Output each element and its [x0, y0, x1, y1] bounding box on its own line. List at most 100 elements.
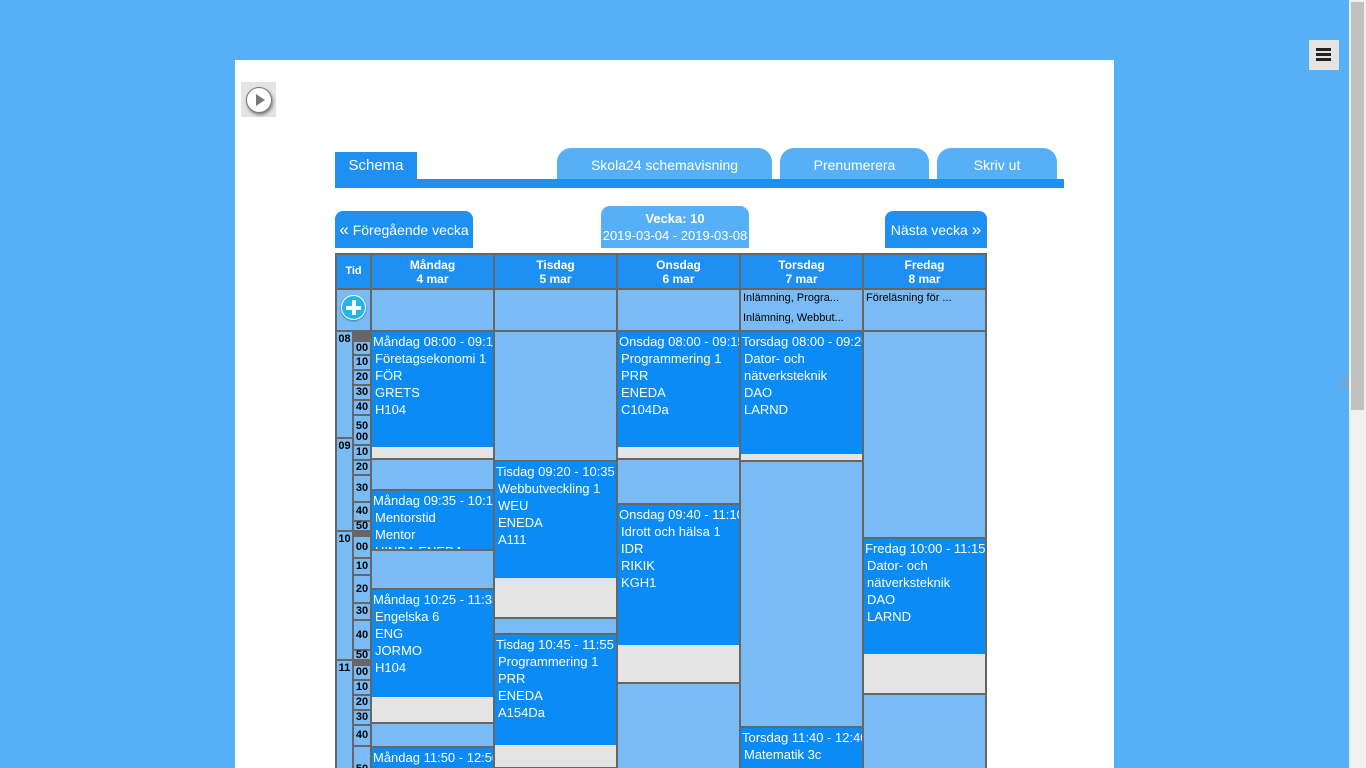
event-detail: nätverksteknik [744, 368, 828, 383]
tab-skola24-schemavisning[interactable]: Skola24 schemavisning [557, 148, 772, 180]
event-body: Måndag 08:00 - 09:15 Företagsekonomi 1 FÖR… [372, 332, 493, 447]
allday-monday [372, 290, 493, 330]
play-button[interactable] [241, 82, 276, 117]
allday-friday: Föreläsning för ... [864, 290, 985, 330]
add-icon [341, 295, 366, 320]
previous-week-button[interactable]: « Föregående vecka [335, 211, 473, 248]
minute-label: 30 [354, 604, 370, 619]
day-header-tuesday: Tisdag 5 mar [495, 255, 616, 288]
tab-prenumerera[interactable]: Prenumerera [780, 148, 929, 180]
free-slot[interactable] [372, 551, 493, 588]
event-time: Tisdag 10:45 - 11:55 [496, 637, 614, 652]
free-slot[interactable] [372, 460, 493, 489]
week-indicator: Vecka: 10 2019-03-04 - 2019-03-08 [601, 206, 749, 248]
day-header-monday: Måndag 4 mar [372, 255, 493, 288]
free-slot[interactable] [372, 724, 493, 746]
event-block[interactable]: Måndag 10:25 - 11:35 Engelska 6 ENG JORMO H1… [372, 590, 493, 722]
tab-skriv-ut[interactable]: Skriv ut [937, 148, 1057, 180]
minute-label: 40 [354, 726, 370, 745]
minute-label: 30 [354, 386, 370, 399]
next-week-button[interactable]: Nästa vecka » [885, 211, 987, 248]
add-event-button[interactable] [337, 290, 370, 330]
event-block[interactable]: Tisdag 10:45 - 11:55 Programmering 1 PRR EN… [495, 635, 616, 767]
minute-label: 10 [354, 559, 370, 574]
event-detail: H104 [375, 402, 407, 417]
free-slot[interactable] [495, 332, 616, 460]
free-slot[interactable] [864, 332, 985, 537]
minute-label: 50 [354, 649, 370, 661]
event-detail: WEU [498, 498, 529, 513]
minute-label: 50 [354, 520, 370, 532]
play-icon [246, 87, 272, 113]
previous-week-label: Föregående vecka [352, 222, 469, 238]
free-slot[interactable] [864, 695, 985, 768]
minute-label: 50 [354, 747, 370, 768]
event-detail: Idrott och hälsa 1 [621, 524, 721, 539]
week-number: Vecka: 10 [645, 211, 705, 226]
event-detail: LARND [744, 402, 789, 417]
event-detail: Engelska 6 [375, 609, 440, 624]
scrollbar[interactable] [1349, 0, 1366, 768]
minute-label: 10 [354, 446, 370, 459]
event-block[interactable]: Torsdag 11:40 - 12:40 Matematik 3c [741, 728, 862, 768]
allday-item[interactable]: Föreläsning för ... [864, 292, 985, 310]
minute-label: 00 [354, 666, 370, 679]
next-week-label: Nästa vecka [890, 222, 968, 238]
chevron-right-icon: » [971, 220, 982, 239]
event-detail: HINDA ENEDA [372, 543, 493, 549]
event-detail: Dator- och [867, 558, 928, 573]
page-container: Schema Skola24 schemavisning Prenumerera… [235, 60, 1114, 768]
event-detail: ENEDA [498, 515, 543, 530]
event-block[interactable]: Onsdag 08:00 - 09:15 Programmering 1 PRR EN… [618, 332, 739, 458]
event-time: Torsdag 08:00 - 09:20 [742, 334, 862, 349]
day-column-thursday: Torsdag 08:00 - 09:20 Dator- och nätverkst… [741, 332, 862, 768]
event-body: Måndag 09:35 - 10:15 Mentorstid MentorHIND… [372, 491, 493, 549]
scrollbar-thumb[interactable] [1351, 2, 1364, 410]
schedule-grid: Tid Måndag 4 mar Tisdag 5 mar Onsdag 6 mar … [335, 253, 987, 768]
event-time: Måndag 08:00 - 09:15 [373, 334, 493, 349]
allday-thursday: Inlämning, Progra... Inlämning, Webbut..… [741, 290, 862, 330]
event-detail: LARND [867, 609, 912, 624]
day-header-thursday: Torsdag 7 mar [741, 255, 862, 288]
free-slot[interactable] [618, 684, 739, 768]
event-block[interactable]: Tisdag 09:20 - 10:35 Webbutveckling 1 WEU E… [495, 462, 616, 617]
event-block[interactable]: Måndag 11:50 - 12:50 [372, 748, 493, 768]
event-body: Onsdag 08:00 - 09:15 Programmering 1 PRR EN… [618, 332, 739, 447]
event-body: Måndag 11:50 - 12:50 [372, 748, 493, 768]
event-block[interactable]: Måndag 08:00 - 09:15 Företagsekonomi 1 FÖR… [372, 332, 493, 458]
event-body: Tisdag 10:45 - 11:55 Programmering 1 PRR EN… [495, 635, 616, 745]
event-detail: GRETS [375, 385, 420, 400]
menu-button[interactable] [1309, 40, 1339, 70]
event-detail: DAO [867, 592, 896, 607]
event-time: Måndag 09:35 - 10:15 [373, 493, 493, 508]
free-slot[interactable] [618, 460, 739, 503]
minute-label: 40 [354, 503, 370, 520]
day-header-friday: Fredag 8 mar [864, 255, 985, 288]
event-body: Onsdag 09:40 - 11:10 Idrott och hälsa 1 ID… [618, 505, 739, 645]
hamburger-menu-icon [1316, 48, 1331, 51]
event-detail: JORMO [375, 643, 422, 658]
day-column-tuesday: Tisdag 09:20 - 10:35 Webbutveckling 1 WEU E… [495, 332, 616, 768]
event-body: Torsdag 11:40 - 12:40 Matematik 3c [741, 728, 862, 768]
free-slot[interactable] [495, 619, 616, 633]
allday-item[interactable]: Inlämning, Progra... [741, 292, 862, 310]
event-detail: Företagsekonomi 1 [375, 351, 487, 366]
event-detail: Mentorstid [375, 510, 436, 525]
event-block[interactable]: Onsdag 09:40 - 11:10 Idrott och hälsa 1 ID… [618, 505, 739, 682]
event-block[interactable]: Fredag 10:00 - 11:15 Dator- och nätverkste… [864, 539, 985, 693]
free-slot[interactable] [741, 462, 862, 726]
day-column-monday: Måndag 08:00 - 09:15 Företagsekonomi 1 FÖR… [372, 332, 493, 768]
event-time: Tisdag 09:20 - 10:35 [496, 464, 615, 479]
event-detail: H104 [375, 660, 407, 675]
event-detail: C104Da [621, 402, 669, 417]
event-body: Torsdag 08:00 - 09:20 Dator- och nätverkst… [741, 332, 862, 454]
time-column: 08 09 10 11 00 10 20 30 40 50 00 10 20 30 40 50 00 10 20 30… [337, 332, 370, 768]
tab-schema[interactable]: Schema [335, 152, 417, 182]
minute-label: 20 [354, 461, 370, 474]
event-detail: FÖR [375, 368, 403, 383]
event-time: Onsdag 09:40 - 11:10 [619, 507, 739, 522]
event-block[interactable]: Måndag 09:35 - 10:15 Mentorstid MentorHIND… [372, 491, 493, 549]
allday-item[interactable]: Inlämning, Webbut... [741, 312, 862, 330]
resize-handle[interactable] [1341, 377, 1349, 389]
event-block[interactable]: Torsdag 08:00 - 09:20 Dator- och nätverkst… [741, 332, 862, 460]
